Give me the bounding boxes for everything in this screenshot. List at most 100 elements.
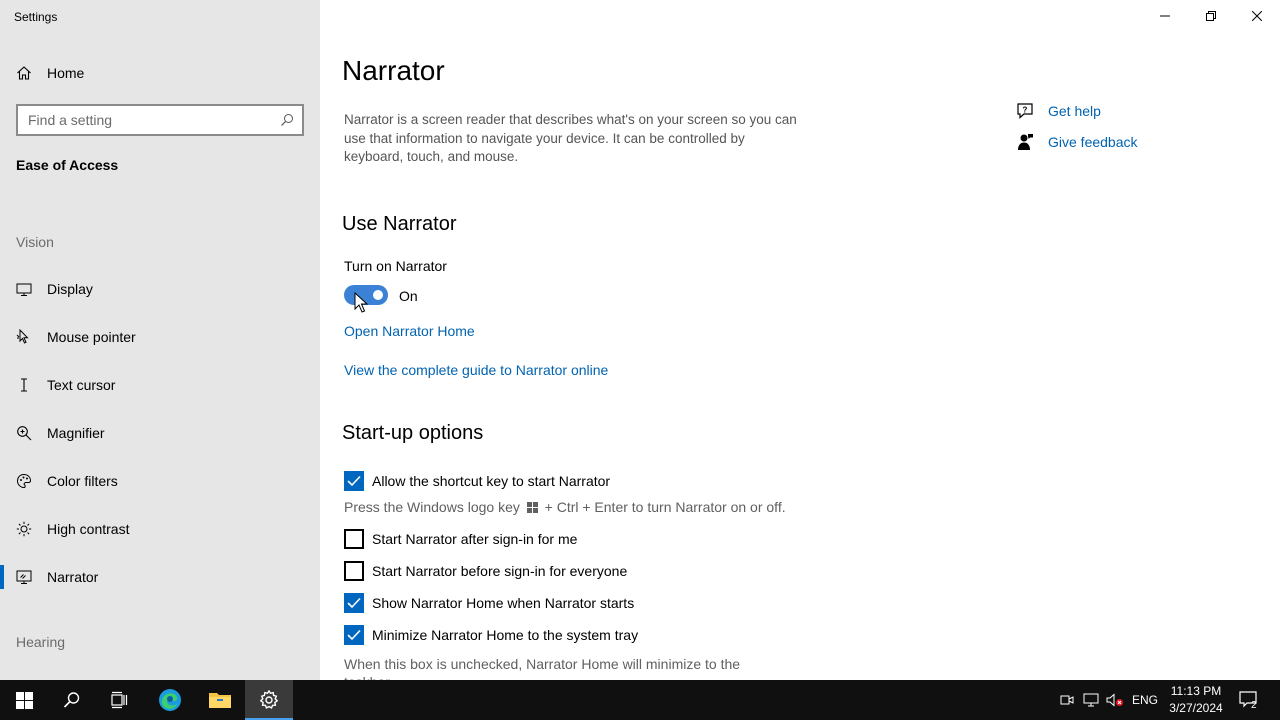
- search-icon: [63, 692, 80, 708]
- app-title: Settings: [14, 10, 58, 24]
- sidebar-item-label: High contrast: [47, 521, 130, 537]
- group-label-hearing: Hearing: [16, 634, 66, 650]
- language-indicator[interactable]: ENG: [1128, 680, 1162, 720]
- windows-logo-icon: [15, 691, 33, 709]
- minimize-icon: [1160, 15, 1170, 17]
- file-explorer-button[interactable]: [196, 680, 244, 720]
- sidebar-item-label: Text cursor: [47, 377, 116, 393]
- sidebar-item-color-filters[interactable]: Color filters: [0, 461, 320, 501]
- brightness-icon: [16, 521, 32, 537]
- mouse-pointer-icon: [16, 329, 32, 345]
- toggle-label: Turn on Narrator: [344, 258, 447, 274]
- sidebar-item-text-cursor[interactable]: Text cursor: [0, 365, 320, 405]
- page-description: Narrator is a screen reader that describ…: [344, 112, 797, 164]
- text-cursor-icon: [16, 377, 32, 393]
- checkbox-box[interactable]: [344, 471, 364, 491]
- sidebar-item-mouse-pointer[interactable]: Mouse pointer: [0, 317, 320, 357]
- sidebar: Settings Home Ease of Access Vision Disp…: [0, 0, 320, 680]
- toggle-knob: [373, 290, 383, 300]
- magnifier-icon: [16, 425, 32, 441]
- get-help-label[interactable]: Get help: [1048, 103, 1101, 119]
- volume-tray[interactable]: [1104, 680, 1126, 720]
- clock[interactable]: 11:13 PM 3/27/2024: [1164, 683, 1228, 717]
- shortcut-hint-before: Press the Windows logo key: [344, 499, 520, 515]
- svg-text:?: ?: [1023, 106, 1028, 115]
- taskbar: ENG 11:13 PM 3/27/2024 2: [0, 680, 1280, 720]
- clock-time: 11:13 PM: [1170, 684, 1222, 698]
- sidebar-item-label: Magnifier: [47, 425, 105, 441]
- checkbox-box[interactable]: [344, 561, 364, 581]
- section-title: Ease of Access: [16, 157, 119, 173]
- network-icon: [1083, 693, 1099, 707]
- folder-icon: [209, 693, 231, 708]
- checkbox-label: Allow the shortcut key to start Narrator: [372, 473, 611, 489]
- narrator-guide-link[interactable]: View the complete guide to Narrator onli…: [344, 362, 608, 378]
- checkbox-label: Start Narrator before sign-in for everyo…: [372, 563, 628, 579]
- nav-home[interactable]: Home: [16, 62, 84, 84]
- restore-button[interactable]: [1188, 0, 1234, 32]
- give-feedback-label[interactable]: Give feedback: [1048, 134, 1138, 150]
- close-button[interactable]: [1234, 0, 1280, 32]
- checkbox-show-home[interactable]: Show Narrator Home when Narrator starts: [344, 593, 634, 613]
- checkbox-start-before-signin[interactable]: Start Narrator before sign-in for everyo…: [344, 561, 627, 581]
- meet-now-icon: [1060, 695, 1074, 705]
- sidebar-item-label: Mouse pointer: [47, 329, 136, 345]
- sidebar-item-label: Display: [47, 281, 93, 297]
- give-feedback-link[interactable]: Give feedback: [1016, 132, 1138, 152]
- shortcut-hint: Press the Windows logo key + Ctrl + Ente…: [344, 499, 786, 515]
- network-tray[interactable]: [1080, 680, 1102, 720]
- minimize-button[interactable]: [1142, 0, 1188, 32]
- search-input[interactable]: [18, 112, 268, 128]
- search-icon[interactable]: [280, 113, 294, 127]
- page-title: Narrator: [342, 55, 445, 86]
- toggle-state-label: On: [399, 288, 418, 304]
- group-label-vision: Vision: [16, 234, 54, 250]
- sidebar-item-label: Color filters: [47, 473, 118, 489]
- meet-now-tray[interactable]: [1058, 680, 1076, 720]
- main-content: Narrator Narrator is a screen reader tha…: [320, 0, 1280, 680]
- help-chat-icon: ?: [1016, 102, 1034, 120]
- heading-use-narrator: Use Narrator: [342, 213, 457, 235]
- feedback-person-icon: [1016, 133, 1034, 151]
- close-icon: [1252, 11, 1262, 21]
- volume-muted-icon: [1106, 693, 1123, 707]
- edge-browser-button[interactable]: [146, 680, 194, 720]
- checkmark-icon: [347, 629, 361, 641]
- checkbox-start-after-signin[interactable]: Start Narrator after sign-in for me: [344, 529, 577, 549]
- sidebar-item-label: Narrator: [47, 569, 99, 585]
- color-filter-icon: [16, 473, 32, 489]
- monitor-icon: [16, 281, 32, 297]
- settings-taskbar-button[interactable]: [245, 680, 293, 720]
- task-view-icon: [111, 691, 128, 709]
- checkbox-label: Show Narrator Home when Narrator starts: [372, 595, 635, 611]
- shortcut-hint-after: + Ctrl + Enter to turn Narrator on or of…: [544, 499, 786, 515]
- search-box[interactable]: [16, 104, 304, 136]
- checkbox-box[interactable]: [344, 529, 364, 549]
- narrator-icon: [16, 569, 32, 585]
- checkmark-icon: [347, 597, 361, 609]
- notification-count: 2: [1251, 700, 1257, 711]
- home-icon: [16, 65, 32, 81]
- checkbox-minimize-home[interactable]: Minimize Narrator Home to the system tra…: [344, 625, 638, 645]
- checkbox-box[interactable]: [344, 625, 364, 645]
- task-view-button[interactable]: [96, 680, 144, 720]
- sidebar-item-narrator[interactable]: Narrator: [0, 557, 320, 597]
- edge-icon: [159, 689, 181, 711]
- checkbox-label: Minimize Narrator Home to the system tra…: [372, 627, 639, 643]
- checkbox-allow-shortcut[interactable]: Allow the shortcut key to start Narrator: [344, 471, 610, 491]
- sidebar-item-display[interactable]: Display: [0, 269, 320, 309]
- heading-startup-options: Start-up options: [342, 422, 484, 444]
- taskbar-search-button[interactable]: [48, 680, 96, 720]
- get-help-link[interactable]: ? Get help: [1016, 101, 1101, 121]
- open-narrator-home-link[interactable]: Open Narrator Home: [344, 323, 475, 339]
- minimize-hint: When this box is unchecked, Narrator Hom…: [344, 656, 741, 680]
- checkbox-box[interactable]: [344, 593, 364, 613]
- sidebar-item-high-contrast[interactable]: High contrast: [0, 509, 320, 549]
- restore-icon: [1206, 11, 1216, 21]
- action-center-button[interactable]: 2: [1232, 680, 1266, 720]
- nav-home-label: Home: [47, 65, 85, 81]
- windows-logo-icon: [526, 502, 538, 513]
- start-button[interactable]: [0, 680, 48, 720]
- sidebar-item-magnifier[interactable]: Magnifier: [0, 413, 320, 453]
- mouse-cursor-icon: [354, 292, 368, 313]
